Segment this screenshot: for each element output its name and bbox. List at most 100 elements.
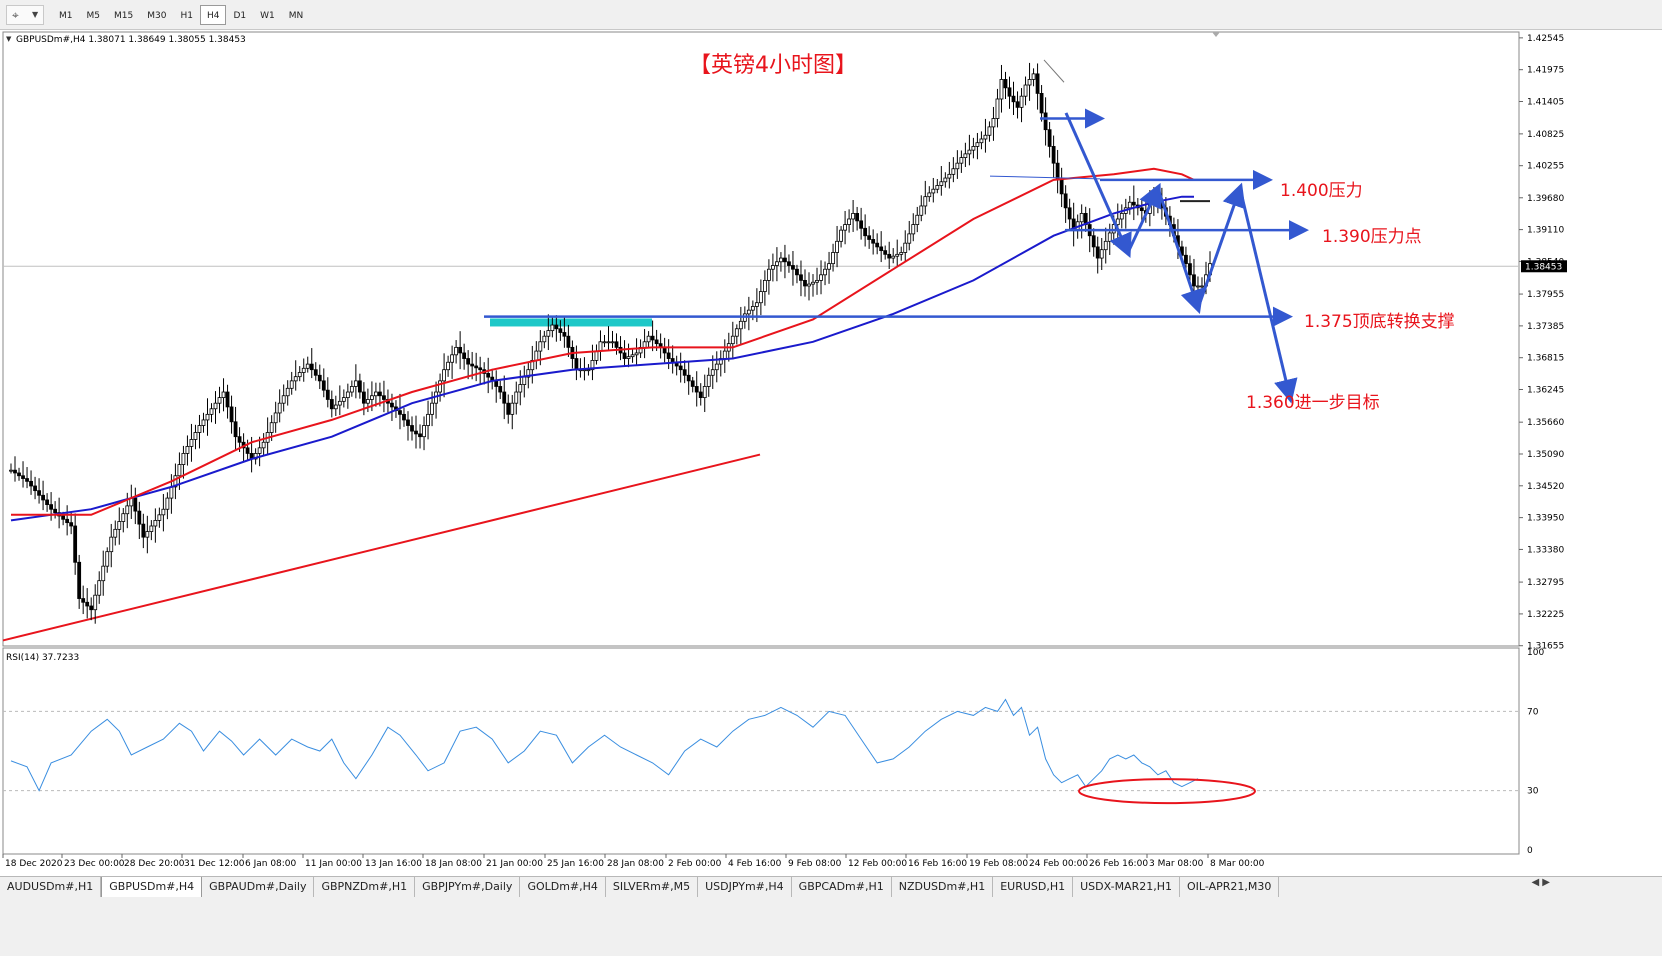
candle-body: [418, 433, 422, 438]
chart-tab[interactable]: GBPJPYm#,Daily: [415, 877, 521, 897]
candle-body: [398, 410, 402, 415]
candle-body: [422, 425, 426, 438]
candle-body: [1188, 263, 1192, 276]
timeframe-m15-button[interactable]: M15: [107, 5, 140, 25]
candle-body: [349, 386, 354, 393]
candle-body: [787, 261, 791, 266]
chart-tab[interactable]: GBPNZDm#,H1: [314, 877, 416, 897]
candle-body: [454, 346, 459, 356]
chevron-down-icon: ▼: [6, 35, 12, 43]
candle-body: [847, 218, 851, 225]
candle-body: [851, 213, 856, 220]
candle-body: [458, 346, 463, 354]
chart-area[interactable]: ▼ GBPUSDm#,H4 1.38071 1.38649 1.38055 1.3…: [0, 30, 1568, 876]
chart-tab[interactable]: USDX-MAR21,H1: [1073, 877, 1180, 897]
price-axis-label: 1.39110: [1527, 226, 1564, 236]
candle-body: [297, 372, 302, 378]
candle-body: [109, 536, 114, 553]
candle-body: [534, 350, 539, 361]
candle-body: [45, 499, 49, 505]
candle-body: [1103, 240, 1108, 251]
chart-tab[interactable]: AUDUSDm#,H1: [0, 877, 102, 897]
timeframe-d1-button[interactable]: D1: [226, 5, 253, 25]
chart-tab[interactable]: GBPUSDm#,H4: [101, 877, 203, 897]
candle-body: [1015, 101, 1020, 108]
candle-body: [875, 242, 880, 248]
chart-tab[interactable]: SILVERm#,M5: [606, 877, 699, 897]
candle-body: [766, 268, 771, 281]
candle-body: [538, 341, 543, 352]
candle-body: [382, 395, 386, 400]
chart-tab[interactable]: NZDUSDm#,H1: [892, 877, 994, 897]
candle-body: [895, 253, 900, 257]
candle-body: [474, 365, 479, 369]
price-chart[interactable]: ▼ GBPUSDm#,H4 1.38071 1.38649 1.38055 1.3…: [0, 30, 1568, 876]
candle-body: [722, 350, 727, 359]
time-axis-label: 16 Feb 16:00: [908, 859, 967, 869]
chart-tab[interactable]: GBPCADm#,H1: [792, 877, 892, 897]
timeframe-w1-button[interactable]: W1: [253, 5, 282, 25]
candle-body: [702, 386, 707, 399]
candle-body: [121, 513, 126, 522]
candle-body: [819, 274, 823, 281]
candle-body: [53, 508, 58, 513]
candle-body: [329, 399, 334, 410]
candle-body: [646, 335, 651, 343]
candle-body: [518, 384, 523, 393]
candle-body: [971, 146, 976, 151]
annotation-1400: 1.400压力: [1280, 181, 1363, 201]
timeframe-m30-button[interactable]: M30: [140, 5, 173, 25]
chart-tab[interactable]: OIL-APR21,M30: [1180, 877, 1280, 897]
toolbar: ⌖ ▼ M1 M5 M15 M30 H1 H4 D1 W1 MN: [0, 0, 1662, 30]
candle-body: [927, 192, 932, 198]
tool-select-dropdown[interactable]: ⌖ ▼: [6, 5, 44, 25]
price-axis-label: 1.40255: [1527, 162, 1564, 172]
candle-body: [245, 447, 250, 454]
candle-body: [141, 523, 146, 538]
candle-body: [229, 406, 234, 423]
candle-body: [562, 332, 567, 337]
time-axis-label: 25 Jan 16:00: [547, 859, 604, 869]
candle-body: [839, 229, 843, 242]
candle-body: [21, 475, 25, 479]
candle-body: [807, 283, 811, 287]
candle-body: [341, 397, 346, 402]
timeframe-mn-button[interactable]: MN: [282, 5, 311, 25]
candle-body: [1043, 112, 1048, 131]
chart-tab[interactable]: GOLDm#,H4: [520, 877, 606, 897]
chart-tab[interactable]: USDJPYm#,H4: [698, 877, 792, 897]
candle-body: [710, 369, 715, 376]
candle-body: [305, 363, 310, 369]
time-axis-label: 26 Feb 16:00: [1089, 859, 1148, 869]
candle-body: [883, 250, 888, 255]
price-axis-label: 1.32795: [1527, 578, 1564, 588]
candle-body: [558, 328, 563, 333]
candle-body: [967, 149, 972, 155]
candle-body: [622, 352, 627, 359]
candle-body: [1127, 201, 1132, 209]
time-axis-label: 13 Jan 16:00: [365, 859, 422, 869]
chart-tab[interactable]: EURUSD,H1: [993, 877, 1074, 897]
chart-tab[interactable]: GBPAUDm#,Daily: [202, 877, 315, 897]
timeframe-h1-button[interactable]: H1: [173, 5, 200, 25]
candle-body: [634, 352, 639, 356]
price-axis-label: 1.34520: [1527, 482, 1564, 492]
tab-nav-arrows[interactable]: ◀ ▶: [1531, 877, 1550, 888]
candle-body: [546, 330, 551, 337]
rsi-axis-label: 0: [1527, 846, 1533, 856]
timeframe-m5-button[interactable]: M5: [80, 5, 108, 25]
candle-body: [923, 196, 928, 207]
price-axis-label: 1.32225: [1527, 610, 1564, 620]
candle-body: [281, 395, 286, 404]
candle-body: [201, 419, 206, 426]
timeframe-m1-button[interactable]: M1: [52, 5, 80, 25]
candle-body: [1131, 201, 1136, 206]
timeframe-h4-button[interactable]: H4: [199, 5, 227, 25]
candle-body: [209, 408, 214, 415]
candle-body: [237, 436, 242, 443]
time-axis-label: 21 Jan 00:00: [486, 859, 543, 869]
time-axis-label: 2 Feb 00:00: [668, 859, 722, 869]
candle-body: [594, 350, 599, 361]
candle-body: [309, 363, 314, 371]
candle-body: [157, 514, 162, 521]
